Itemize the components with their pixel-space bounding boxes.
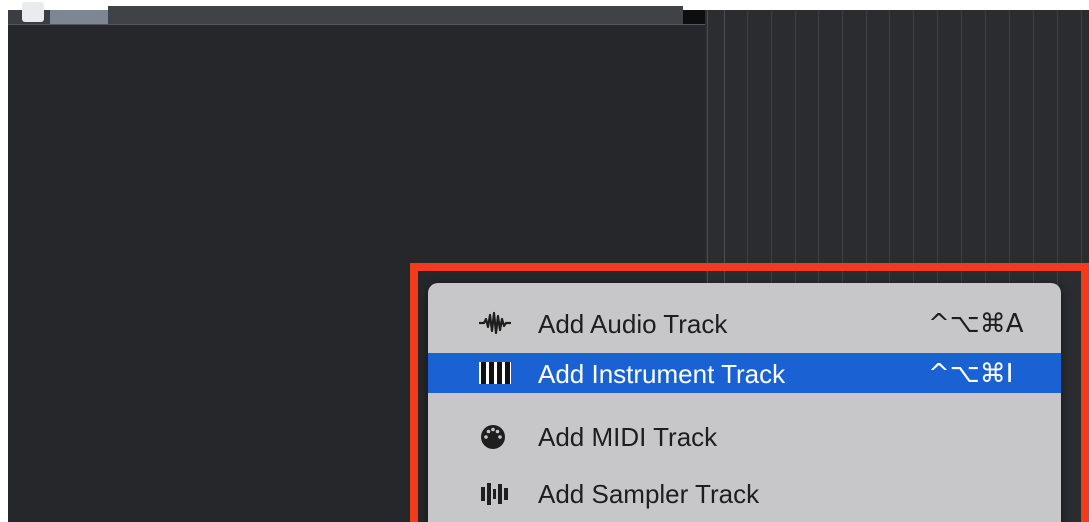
highlight-annotation-box <box>410 263 1089 522</box>
track-name-field[interactable] <box>108 6 683 24</box>
track-select-checkbox[interactable] <box>22 2 44 22</box>
daw-window: Add Audio Track ^⌥⌘A Add Instrument Trac… <box>0 0 1089 522</box>
track-row[interactable] <box>8 2 705 25</box>
track-color-swatch[interactable] <box>50 10 108 24</box>
track-row-end-cap <box>683 10 705 24</box>
